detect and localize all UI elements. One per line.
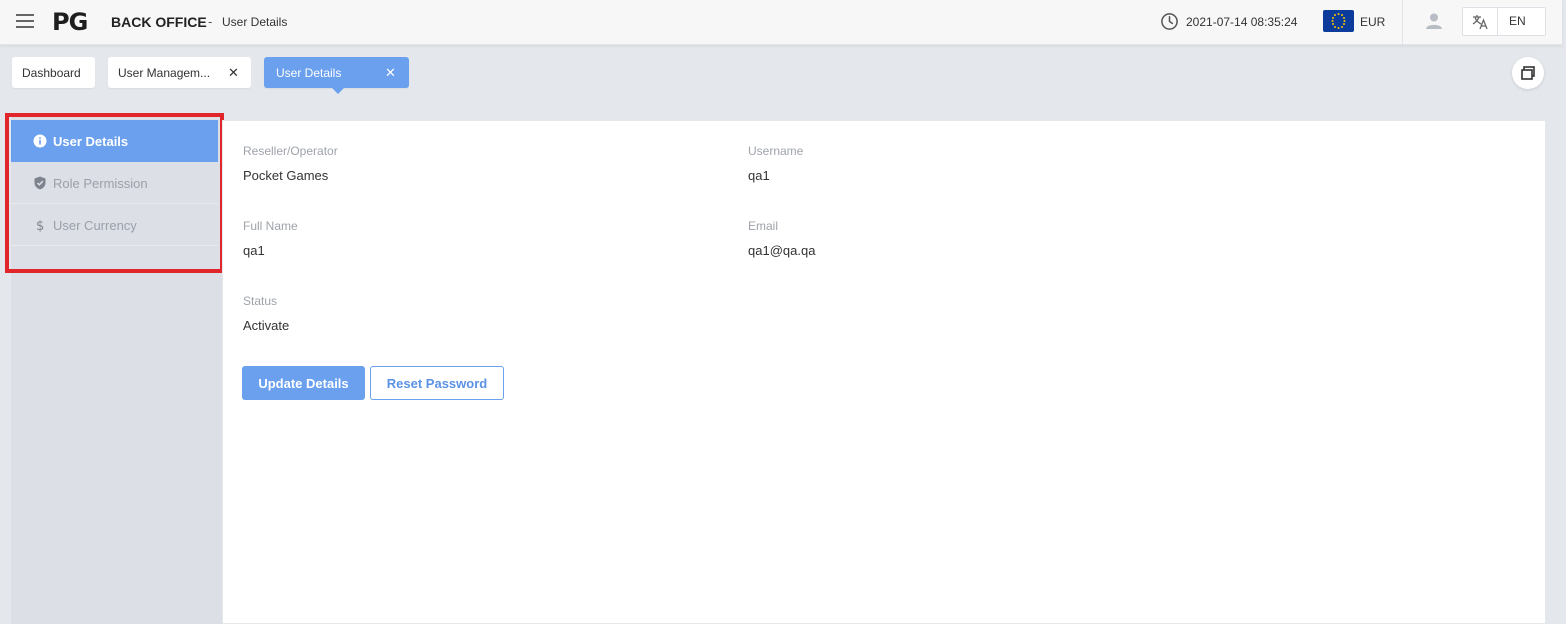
hamburger-menu-icon[interactable] bbox=[16, 14, 34, 28]
active-tab-pointer bbox=[332, 88, 344, 94]
status-value: Activate bbox=[243, 318, 290, 333]
language-selector[interactable]: EN bbox=[1462, 7, 1546, 36]
side-menu-user-currency[interactable]: $ User Currency bbox=[11, 204, 218, 246]
close-icon[interactable]: ✕ bbox=[385, 65, 396, 81]
update-details-button[interactable]: Update Details bbox=[242, 366, 365, 400]
currency-selector[interactable]: EUR bbox=[1360, 15, 1385, 29]
server-datetime: 2021-07-14 08:35:24 bbox=[1186, 15, 1298, 29]
shield-check-icon bbox=[34, 176, 46, 190]
detail-side-menu: User Details Role Permission $ User Curr… bbox=[11, 116, 222, 624]
page-title: User Details bbox=[222, 15, 288, 29]
username-value: qa1 bbox=[748, 168, 770, 183]
pg-logo: PG bbox=[52, 8, 88, 36]
side-menu-label: User Details bbox=[53, 134, 129, 149]
header-divider bbox=[1402, 0, 1403, 45]
tab-label: User Details bbox=[276, 66, 342, 80]
email-label: Email bbox=[748, 219, 779, 233]
user-avatar-icon[interactable] bbox=[1424, 11, 1444, 31]
side-menu-label: Role Permission bbox=[53, 176, 148, 191]
fullname-label: Full Name bbox=[243, 219, 298, 233]
eu-flag-icon[interactable] bbox=[1323, 10, 1354, 32]
clock-icon bbox=[1161, 13, 1178, 30]
username-label: Username bbox=[748, 144, 804, 158]
tab-user-details[interactable]: User Details ✕ bbox=[264, 57, 409, 88]
close-icon[interactable]: ✕ bbox=[228, 65, 239, 81]
translate-icon bbox=[1472, 15, 1488, 30]
tab-user-management[interactable]: User Managem... ✕ bbox=[108, 57, 251, 88]
svg-text:$: $ bbox=[36, 219, 44, 232]
reseller-value: Pocket Games bbox=[243, 168, 329, 183]
language-divider bbox=[1497, 8, 1498, 35]
side-menu-label: User Currency bbox=[53, 218, 137, 233]
side-menu-role-permission[interactable]: Role Permission bbox=[11, 162, 218, 204]
fullname-value: qa1 bbox=[243, 243, 265, 258]
email-value: qa1@qa.qa bbox=[748, 243, 816, 258]
title-separator: - bbox=[208, 14, 213, 29]
language-code: EN bbox=[1509, 14, 1526, 28]
tab-label: User Managem... bbox=[118, 66, 211, 80]
restore-window-icon bbox=[1521, 66, 1535, 80]
status-label: Status bbox=[243, 294, 278, 308]
top-bar: PG BACK OFFICE - User Details 2021-07-14… bbox=[0, 0, 1562, 45]
reset-password-button[interactable]: Reset Password bbox=[370, 366, 504, 400]
app-title: BACK OFFICE bbox=[111, 14, 207, 30]
tab-label: Dashboard bbox=[22, 66, 81, 80]
info-icon bbox=[33, 134, 47, 148]
tab-dashboard[interactable]: Dashboard bbox=[12, 57, 95, 88]
reseller-label: Reseller/Operator bbox=[243, 144, 338, 158]
side-menu-user-details[interactable]: User Details bbox=[11, 120, 218, 162]
restore-window-button[interactable] bbox=[1512, 57, 1544, 89]
dollar-icon: $ bbox=[36, 219, 44, 232]
